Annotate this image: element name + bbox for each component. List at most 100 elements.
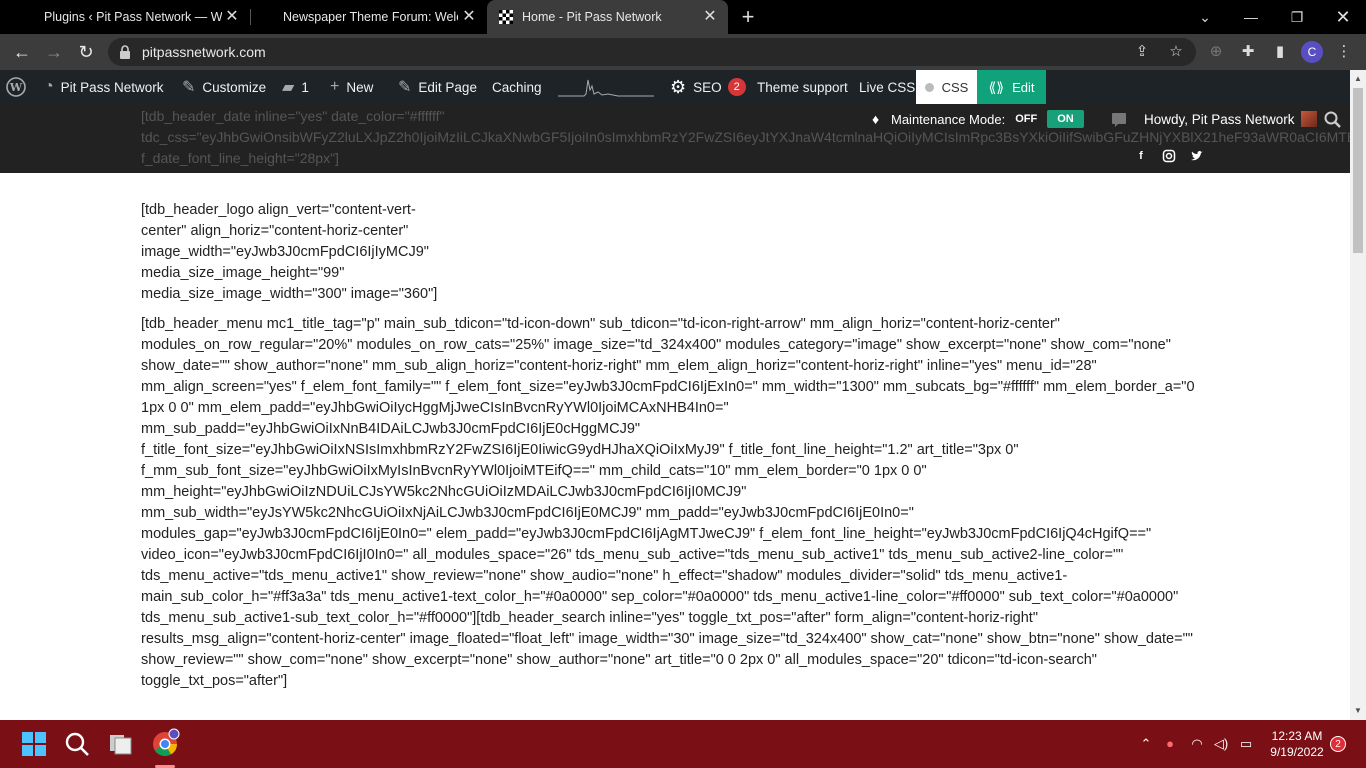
caching-label: Caching [492, 79, 542, 95]
live-css-label: Live CSS [859, 79, 916, 95]
new-tab-button[interactable]: + [737, 6, 759, 28]
paintbrush-icon: ✎ [182, 79, 196, 96]
lightbulb-icon: ♦ [872, 111, 880, 127]
seo-label: SEO [693, 79, 722, 95]
menu-kebab-icon[interactable]: ⋮ [1334, 42, 1354, 62]
howdy-label: Howdy, Pit Pass Network [1144, 111, 1295, 127]
twitter-icon[interactable] [1190, 149, 1204, 163]
css-label: CSS [941, 79, 969, 95]
wordpress-logo-icon[interactable]: W [6, 70, 26, 104]
url-text[interactable]: pitpassnetwork.com [142, 44, 266, 60]
system-clock[interactable]: 12:23 AM 9/19/2022 [1262, 728, 1332, 760]
volume-icon[interactable]: ◁) [1211, 734, 1231, 754]
share-icon[interactable]: ⇪ [1132, 42, 1152, 62]
customize-label: Customize [202, 79, 267, 95]
customize-link[interactable]: ✎ Customize [182, 70, 266, 104]
wp-admin-bar: W ◔ Pit Pass Network ✎ Customize ▰ 1 + N… [0, 70, 1350, 104]
tab-title: Plugins ‹ Pit Pass Network — Wo [44, 10, 222, 24]
comment-bubble-icon: ▰ [282, 79, 295, 96]
scroll-up-icon[interactable]: ▲ [1353, 74, 1363, 84]
battery-icon[interactable]: ▭ [1236, 734, 1256, 754]
comments-count: 1 [301, 79, 309, 95]
facebook-icon[interactable]: f [1134, 149, 1148, 163]
svg-text:W: W [9, 81, 23, 94]
comments-link[interactable]: ▰ 1 [282, 70, 309, 104]
clock-time: 12:23 AM [1271, 729, 1323, 743]
bookmark-star-icon[interactable]: ☆ [1166, 42, 1186, 62]
wifi-icon[interactable]: ◠ [1187, 734, 1207, 754]
tab-newspaper-forum[interactable]: Newspaper Theme Forum: Welco ✕ [250, 0, 487, 34]
css-status-dot [924, 82, 934, 92]
header-menu-shortcode: [tdb_header_menu mc1_title_tag="p" main_… [141, 316, 1195, 689]
browser-tab-strip: Plugins ‹ Pit Pass Network — Wo ✕ Newspa… [0, 0, 1366, 34]
scroll-down-icon[interactable]: ▼ [1353, 706, 1363, 716]
site-name-menu[interactable]: ◔ Pit Pass Network [44, 70, 163, 104]
site-header: [tdb_header_date inline="yes" date_color… [0, 104, 1350, 173]
user-account-menu[interactable]: Howdy, Pit Pass Network [1138, 107, 1317, 131]
tagdiv-edit-icon: ⟪⟫ [988, 78, 1005, 95]
maintenance-off-option[interactable]: OFF [1015, 113, 1037, 125]
close-tab-icon[interactable]: ✕ [224, 9, 240, 25]
css-button[interactable]: CSS [916, 70, 977, 104]
side-panel-icon[interactable]: ▮ [1270, 42, 1290, 62]
chrome-icon[interactable] [149, 728, 181, 760]
user-avatar [1300, 111, 1317, 127]
windows-start-icon[interactable] [18, 728, 50, 760]
plus-icon: + [330, 78, 340, 95]
page-content: [tdb_header_logo align_vert="content-ver… [141, 200, 1211, 692]
lock-icon[interactable] [118, 44, 132, 60]
maintenance-label: Maintenance Mode: [891, 111, 1006, 127]
profile-avatar[interactable]: C [1301, 41, 1323, 63]
activity-sparkline-icon [558, 70, 654, 104]
reload-button[interactable]: ↻ [74, 40, 98, 64]
back-button[interactable]: ← [10, 40, 34, 64]
browser-toolbar: ← → ↻ pitpassnetwork.com ⇪ ☆ ⊕ ✚ ▮ C ⋮ [0, 34, 1366, 70]
seo-notification-badge: 2 [727, 78, 746, 96]
minimize-button[interactable]: — [1228, 0, 1274, 34]
seo-gear-icon: ⚙ [670, 76, 687, 97]
close-tab-icon[interactable]: ✕ [461, 9, 477, 25]
dashboard-gauge-icon: ◔ [44, 78, 54, 95]
windows-taskbar: ⌃ ● ◠ ◁) ▭ 12:23 AM 9/19/2022 2 [0, 720, 1366, 768]
checkered-flag-icon [499, 10, 513, 24]
security-alert-icon[interactable]: ● [1160, 734, 1180, 754]
notification-badge[interactable]: 2 [1330, 736, 1346, 752]
edit-page-label: Edit Page [418, 79, 477, 95]
new-label: New [346, 79, 374, 95]
extension-icon[interactable]: ⊕ [1206, 42, 1226, 62]
live-css-link[interactable]: Live CSS [859, 70, 915, 104]
puzzle-extensions-icon[interactable]: ✚ [1238, 42, 1258, 62]
edit-label: Edit [1012, 79, 1035, 95]
edit-page-link[interactable]: ✎ Edit Page [398, 70, 477, 104]
tab-plugins[interactable]: Plugins ‹ Pit Pass Network — Wo ✕ [0, 0, 250, 34]
search-icon[interactable] [1323, 110, 1343, 130]
caching-menu[interactable]: Caching [492, 70, 542, 104]
header-logo-shortcode: [tdb_header_logo align_vert="content-ver… [141, 202, 438, 302]
task-view-icon[interactable] [105, 728, 137, 760]
new-content-menu[interactable]: + New [330, 70, 373, 104]
instagram-icon[interactable] [1162, 149, 1176, 163]
theme-support-link[interactable]: Theme support [757, 70, 848, 104]
seo-menu[interactable]: ⚙ SEO 2 [670, 70, 746, 104]
pencil-icon: ✎ [398, 79, 412, 96]
scrollbar-thumb[interactable] [1353, 88, 1363, 253]
notes-bubble-icon[interactable] [1110, 112, 1128, 128]
theme-support-label: Theme support [757, 79, 848, 95]
tab-search-chevron-icon[interactable]: ⌄ [1182, 0, 1228, 34]
clock-date: 9/19/2022 [1270, 745, 1324, 759]
show-hidden-icons-chevron-icon[interactable]: ⌃ [1136, 734, 1156, 754]
page-scrollbar[interactable]: ▲ ▼ [1350, 70, 1366, 720]
edit-button[interactable]: ⟪⟫ Edit [977, 70, 1046, 104]
tab-title: Home - Pit Pass Network [522, 10, 662, 24]
address-bar[interactable]: pitpassnetwork.com ⇪ ☆ [108, 38, 1196, 66]
forward-button[interactable]: → [42, 40, 66, 64]
site-name-label: Pit Pass Network [60, 79, 164, 95]
tab-title: Newspaper Theme Forum: Welco [283, 10, 458, 24]
maximize-button[interactable]: ❐ [1274, 0, 1320, 34]
maintenance-mode-toggle[interactable]: ♦ Maintenance Mode: OFF ON [872, 107, 1090, 131]
tab-home[interactable]: Home - Pit Pass Network ✕ [487, 0, 728, 34]
maintenance-on-option[interactable]: ON [1047, 110, 1084, 128]
search-icon[interactable] [61, 728, 93, 760]
close-tab-icon[interactable]: ✕ [702, 9, 718, 25]
close-window-button[interactable]: ✕ [1320, 0, 1366, 34]
